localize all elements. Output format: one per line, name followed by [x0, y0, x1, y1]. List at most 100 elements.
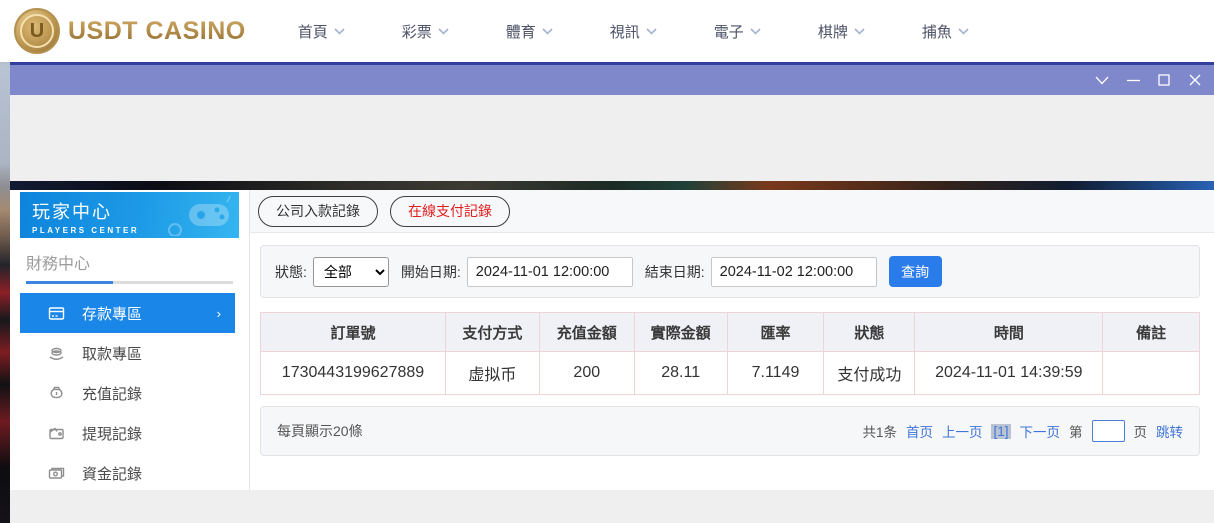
window-body-blank: [10, 95, 1214, 181]
tab-company-deposit-records[interactable]: 公司入款記錄: [258, 196, 378, 227]
col-status: 狀態: [824, 313, 915, 352]
cell-exchange-rate: 7.1149: [727, 352, 824, 395]
sidebar-menu: 存款專區 › 取款專區 充值記錄 提現記錄: [10, 293, 249, 493]
deposit-card-icon: [48, 305, 65, 322]
cell-time: 2024-11-01 14:39:59: [915, 352, 1103, 395]
page-number-input[interactable]: [1092, 420, 1125, 442]
pagination-controls: 共1条 首页 上一页 [1] 下一页 第 页 跳转: [862, 420, 1183, 442]
nav-item-label: 電子: [714, 21, 744, 42]
nav-item-chess[interactable]: 棋牌: [818, 21, 865, 42]
record-tabs: 公司入款記錄 在線支付記錄: [250, 190, 1214, 233]
jump-page-link[interactable]: 跳转: [1156, 421, 1183, 441]
sidebar-item-label: 充值記錄: [82, 383, 142, 404]
sidebar-section-underline: [26, 281, 233, 284]
sidebar-item-fund-records[interactable]: 資金記錄: [20, 453, 235, 493]
sidebar-header: 玩家中心 PLAYERS CENTER: [20, 192, 239, 238]
logo-text: USDT CASINO: [68, 17, 246, 46]
cell-payment-method: 虚拟币: [445, 352, 539, 395]
chevron-down-icon: [750, 28, 761, 35]
total-count-text: 共1条: [862, 421, 897, 441]
site-logo[interactable]: U USDT CASINO: [14, 8, 246, 54]
chevron-down-icon: [854, 28, 865, 35]
col-exchange-rate: 匯率: [727, 313, 824, 352]
chevron-down-icon: [438, 28, 449, 35]
funds-banknote-icon: [48, 465, 65, 482]
nav-item-fishing[interactable]: 捕魚: [922, 21, 969, 42]
search-button[interactable]: 查詢: [889, 256, 942, 287]
sidebar-item-label: 存款專區: [82, 303, 142, 324]
cell-order-number: 1730443199627889: [261, 352, 446, 395]
sidebar-item-withdrawal-records[interactable]: 提現記錄: [20, 413, 235, 453]
end-date-input[interactable]: [711, 257, 877, 287]
page-size-text: 每頁顯示20條: [277, 421, 363, 441]
nav-item-lottery[interactable]: 彩票: [402, 21, 449, 42]
nav-item-label: 彩票: [402, 21, 432, 42]
first-page-link[interactable]: 首页: [906, 421, 933, 441]
background-photo-edge: [0, 62, 10, 523]
pagination-bar: 每頁顯示20條 共1条 首页 上一页 [1] 下一页 第 页 跳转: [260, 406, 1200, 456]
window-titlebar: [10, 62, 1214, 95]
withdrawal-wallet-icon: [48, 425, 65, 442]
end-date-label: 結束日期:: [645, 262, 705, 282]
sidebar: 玩家中心 PLAYERS CENTER 財務中心 存款專區: [10, 190, 250, 490]
sidebar-item-label: 取款專區: [82, 343, 142, 364]
sidebar-section-title: 財務中心: [26, 250, 233, 274]
logo-coin-icon: U: [14, 8, 60, 54]
sidebar-item-label: 資金記錄: [82, 463, 142, 484]
chevron-down-icon: [542, 28, 553, 35]
col-payment-method: 支付方式: [445, 313, 539, 352]
cell-recharge-amount: 200: [539, 352, 634, 395]
sidebar-item-withdraw[interactable]: 取款專區: [20, 333, 235, 373]
sidebar-item-deposit[interactable]: 存款專區 ›: [20, 293, 235, 333]
nav-item-label: 體育: [506, 21, 536, 42]
table-header-row: 訂單號 支付方式 充值金額 實際金額 匯率 狀態 時間 備註: [261, 313, 1200, 352]
window-minimize-icon[interactable]: [1124, 71, 1142, 89]
tab-online-payment-records[interactable]: 在線支付記錄: [390, 196, 510, 227]
sidebar-item-recharge-records[interactable]: 充值記錄: [20, 373, 235, 413]
col-time: 時間: [915, 313, 1103, 352]
nav-item-slots[interactable]: 電子: [714, 21, 761, 42]
chevron-down-icon: [646, 28, 657, 35]
window-maximize-icon[interactable]: [1155, 71, 1173, 89]
chevron-down-icon: [334, 28, 345, 35]
cell-actual-amount: 28.11: [634, 352, 727, 395]
chevron-down-icon: [958, 28, 969, 35]
col-remark: 備註: [1103, 313, 1200, 352]
window-close-icon[interactable]: [1186, 71, 1204, 89]
col-recharge-amount: 充值金額: [539, 313, 634, 352]
start-date-label: 開始日期:: [401, 262, 461, 282]
filter-bar: 狀態: 全部 開始日期: 結束日期: 查詢: [260, 245, 1200, 298]
window-footer-blank: [10, 490, 1214, 523]
nav-item-video[interactable]: 視訊: [610, 21, 657, 42]
start-date-input[interactable]: [467, 257, 633, 287]
window-collapse-icon[interactable]: [1093, 71, 1111, 89]
nav-item-label: 棋牌: [818, 21, 848, 42]
next-page-link[interactable]: 下一页: [1020, 421, 1061, 441]
main-panel: 公司入款記錄 在線支付記錄 狀態: 全部 開始日期: 結束日期: 查詢: [250, 190, 1214, 490]
payment-records-table: 訂單號 支付方式 充值金額 實際金額 匯率 狀態 時間 備註 173044319…: [260, 312, 1200, 395]
nav-item-sports[interactable]: 體育: [506, 21, 553, 42]
col-actual-amount: 實際金額: [634, 313, 727, 352]
col-order-number: 訂單號: [261, 313, 446, 352]
records-content: 狀態: 全部 開始日期: 結束日期: 查詢 訂單號 支付方式 充值金額 實際金額: [250, 233, 1214, 456]
player-center-frame: 玩家中心 PLAYERS CENTER 財務中心 存款專區: [10, 190, 1214, 490]
nav-item-label: 捕魚: [922, 21, 952, 42]
chevron-right-icon: ›: [217, 306, 221, 321]
site-navbar: U USDT CASINO 首頁 彩票 體育 視訊 電子 棋牌 捕魚: [0, 0, 1214, 62]
status-select[interactable]: 全部: [313, 257, 389, 287]
background-banner-edge: [10, 181, 1214, 190]
jump-suffix-label: 页: [1134, 421, 1148, 441]
current-page-indicator: [1]: [991, 424, 1010, 439]
jump-prefix-label: 第: [1069, 421, 1083, 441]
withdraw-hand-icon: [48, 345, 65, 362]
prev-page-link[interactable]: 上一页: [942, 421, 983, 441]
status-label: 狀態:: [275, 262, 307, 282]
nav-item-label: 首頁: [298, 21, 328, 42]
nav-item-home[interactable]: 首頁: [298, 21, 345, 42]
gamepad-icon: [161, 196, 233, 236]
recharge-moneybag-icon: [48, 385, 65, 402]
cell-remark: [1103, 352, 1200, 395]
nav-item-label: 視訊: [610, 21, 640, 42]
sidebar-item-label: 提現記錄: [82, 423, 142, 444]
logo-coin-letter: U: [20, 14, 54, 48]
